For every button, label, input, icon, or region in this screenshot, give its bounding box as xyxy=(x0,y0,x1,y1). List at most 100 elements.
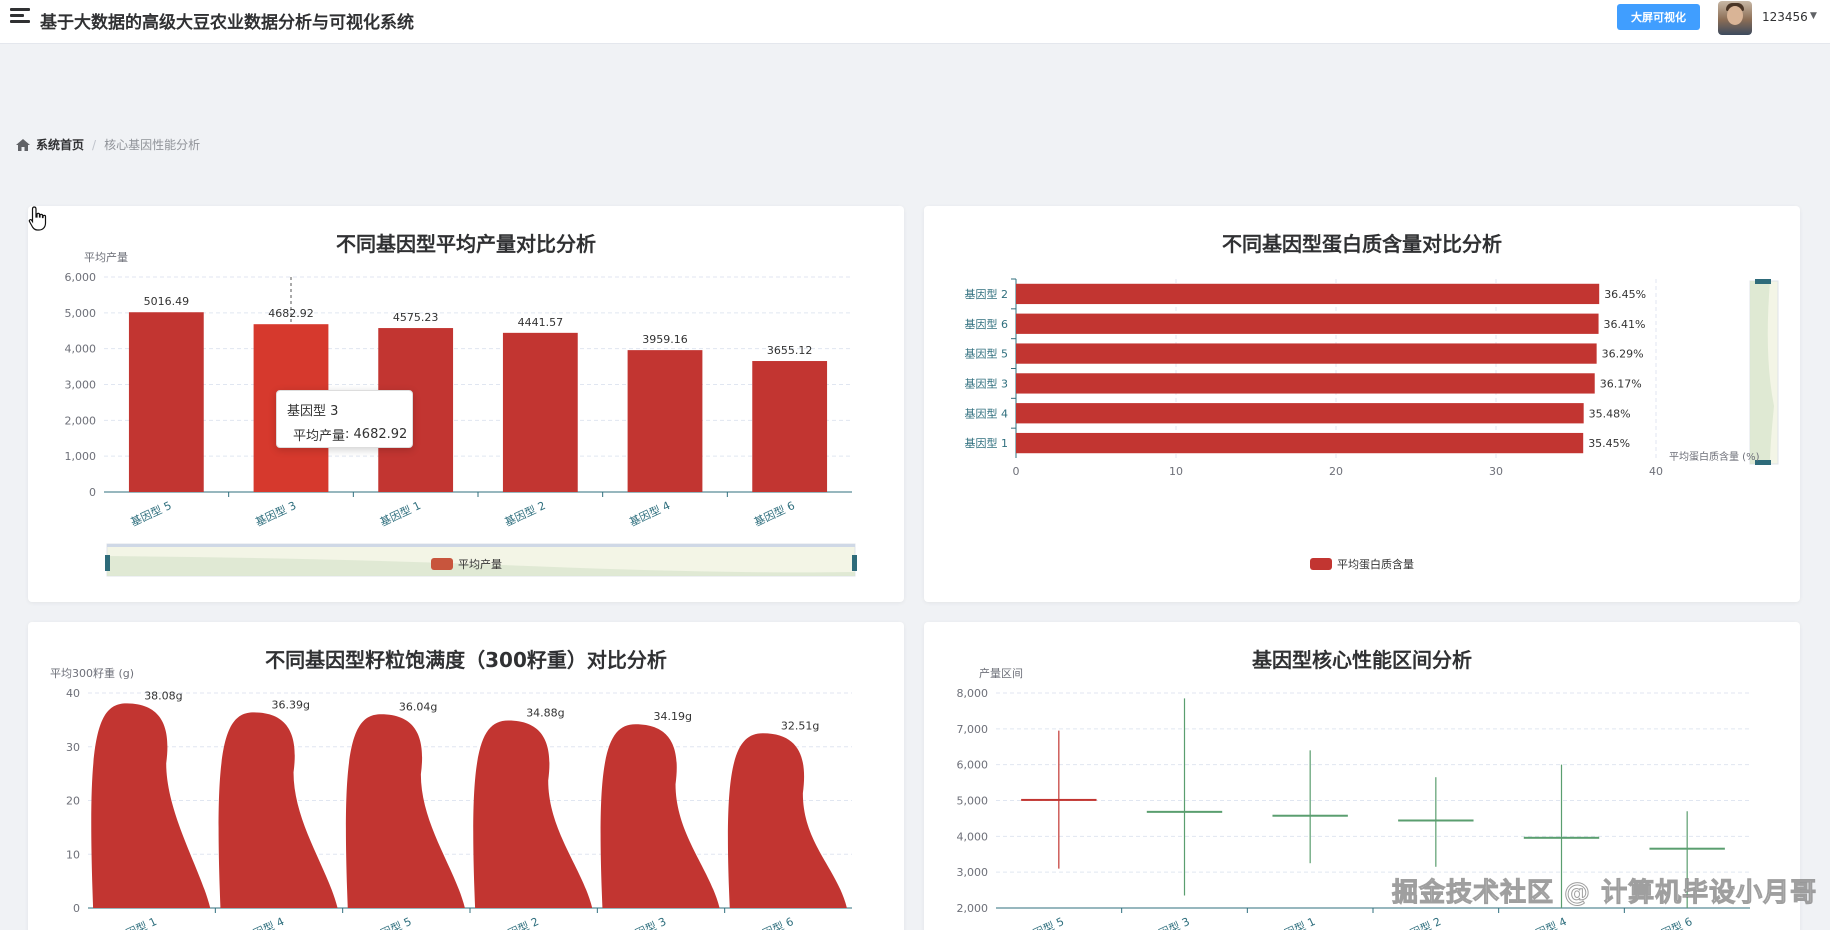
bar xyxy=(1016,403,1584,424)
breadcrumb-home-link[interactable]: 系统首页 xyxy=(36,136,84,153)
y-tick-label: 5,000 xyxy=(957,795,989,808)
y-axis-label: 平均300籽重 (g) xyxy=(50,666,134,680)
chart-tooltip: 基因型 3 平均产量: 4682.92 xyxy=(276,390,413,448)
bar-value-label: 35.48% xyxy=(1589,407,1631,420)
x-tick-label: 基因型 4 xyxy=(627,498,672,529)
range-body xyxy=(1021,798,1097,801)
bar-value-label: 5016.49 xyxy=(144,295,190,308)
bar xyxy=(1016,313,1599,334)
x-tick-label: 基因型 1 xyxy=(114,914,159,930)
bar-value-label: 38.08g xyxy=(144,689,182,702)
bar-value-label: 35.45% xyxy=(1588,437,1630,450)
watermark-text: 掘金技术社区 @ 计算机毕设小月哥 xyxy=(1391,878,1818,909)
x-tick-label: 20 xyxy=(1329,465,1343,478)
x-tick-label: 基因型 5 xyxy=(1021,914,1066,930)
y-tick-label: 40 xyxy=(66,687,80,700)
bigscreen-button[interactable]: 大屏可视化 xyxy=(1617,4,1700,30)
legend-swatch xyxy=(1310,558,1332,570)
x-tick-label: 基因型 3 xyxy=(1146,914,1191,930)
tooltip-colon: : xyxy=(345,427,354,442)
datazoom-right-handle xyxy=(852,555,857,571)
bar-value-label: 36.41% xyxy=(1604,318,1646,331)
y-tick-label: 6,000 xyxy=(957,759,989,772)
range-body xyxy=(1523,836,1600,839)
range-body xyxy=(1649,847,1725,850)
x-tick-label: 基因型 1 xyxy=(378,498,423,529)
y-tick-label: 30 xyxy=(66,741,80,754)
bar xyxy=(502,332,578,492)
y-tick-label: 20 xyxy=(66,795,80,808)
y-tick-label: 8,000 xyxy=(957,687,989,700)
protein-bar-chart[interactable]: 0 10 20 30 40 36.45% 基因型 2 36.41% 基因型 6 36.29% 基因型… xyxy=(924,206,1800,602)
y-tick-label: 基因型 1 xyxy=(965,436,1009,450)
y-tick-label: 10 xyxy=(66,848,80,861)
home-icon xyxy=(16,138,30,151)
y-tick-label: 3,000 xyxy=(957,866,989,879)
y-tick-label: 2,000 xyxy=(957,902,989,915)
x-tick-label: 基因型 2 xyxy=(502,498,547,529)
tooltip-value: 4682.92 xyxy=(353,427,408,442)
x-tick-label: 基因型 4 xyxy=(241,914,286,930)
x-tick-label: 基因型 5 xyxy=(128,498,173,529)
y-tick-label: 6,000 xyxy=(65,271,97,284)
bar xyxy=(1016,432,1584,454)
y-tick-label: 2,000 xyxy=(65,414,97,427)
bar-value-label: 36.04g xyxy=(399,700,437,713)
y-tick-label: 7,000 xyxy=(957,723,989,736)
bar xyxy=(1016,283,1600,305)
bar xyxy=(627,350,703,492)
bar-value-label: 36.17% xyxy=(1600,377,1642,390)
pictorial-bar xyxy=(345,714,465,908)
datazoom-label: 平均蛋白质含量 (%) xyxy=(1669,450,1760,463)
username[interactable]: 123456 xyxy=(1762,10,1808,24)
app-title: 基于大数据的高级大豆农业数据分析与可视化系统 xyxy=(40,13,414,33)
bar xyxy=(1016,373,1595,394)
datazoom-top-handle xyxy=(1755,279,1771,284)
range-body xyxy=(1146,810,1223,813)
tooltip-title: 基因型 3 xyxy=(287,404,339,419)
bar xyxy=(1016,343,1597,364)
avatar[interactable] xyxy=(1718,1,1752,35)
x-tick-label: 基因型 2 xyxy=(496,914,541,930)
x-tick-label: 0 xyxy=(1013,465,1020,478)
hand-cursor-icon xyxy=(28,206,47,231)
y-tick-label: 0 xyxy=(73,902,80,915)
legend-label: 平均产量 xyxy=(458,557,502,571)
pictorial-bar xyxy=(600,724,720,908)
pictorial-bar xyxy=(473,720,593,908)
x-tick-label: 基因型 2 xyxy=(1398,914,1443,930)
bar-value-label: 36.45% xyxy=(1604,288,1646,301)
y-tick-label: 基因型 2 xyxy=(965,287,1009,301)
x-tick-label: 基因型 6 xyxy=(752,498,797,529)
breadcrumb-separator: / xyxy=(92,137,97,152)
hamburger-icon[interactable] xyxy=(10,8,30,26)
x-tick-label: 10 xyxy=(1169,465,1183,478)
x-tick-label: 基因型 5 xyxy=(368,914,413,930)
y-tick-label: 基因型 3 xyxy=(965,376,1009,390)
bar-value-label: 4441.57 xyxy=(518,316,564,329)
bar xyxy=(128,312,204,492)
bar-value-label: 34.19g xyxy=(654,710,692,723)
bar-value-label: 32.51g xyxy=(781,719,819,732)
seed-weight-chart[interactable]: 平均300籽重 (g) 0 10 20 30 40 38.08g 基因型 1 36.39g 基因型… xyxy=(28,622,904,930)
y-axis-label: 平均产量 xyxy=(84,250,128,264)
y-tick-label: 5,000 xyxy=(65,307,97,320)
seed-weight-chart-card: 不同基因型籽粒饱满度（300籽重）对比分析 平均300籽重 (g) 0 10 20 30… xyxy=(28,622,904,930)
x-tick-label: 基因型 4 xyxy=(1523,914,1568,930)
caret-down-icon[interactable]: ▼ xyxy=(1810,11,1817,21)
x-tick-label: 基因型 3 xyxy=(253,498,298,529)
yield-bar-chart[interactable]: 平均产量 0 1,000 2,000 3,000 4,000 5,000 6,000 5016.… xyxy=(28,206,904,602)
y-tick-label: 基因型 5 xyxy=(965,347,1009,361)
pictorial-bar xyxy=(727,733,847,908)
protein-chart-card: 不同基因型蛋白质含量对比分析 0 10 20 30 40 36.45% 基因型 2 36.41… xyxy=(924,206,1800,602)
y-tick-label: 0 xyxy=(89,486,96,499)
y-tick-label: 3,000 xyxy=(65,379,97,392)
bar-value-label: 4682.92 xyxy=(268,307,314,320)
datazoom-top-bar xyxy=(107,544,855,547)
y-tick-label: 4,000 xyxy=(65,343,97,356)
bar-value-label: 4575.23 xyxy=(393,311,439,324)
bar-value-label: 34.88g xyxy=(526,707,564,720)
y-tick-label: 基因型 6 xyxy=(965,317,1009,331)
x-tick-label: 30 xyxy=(1489,465,1503,478)
tooltip-series-name: 平均产量 xyxy=(293,429,346,444)
